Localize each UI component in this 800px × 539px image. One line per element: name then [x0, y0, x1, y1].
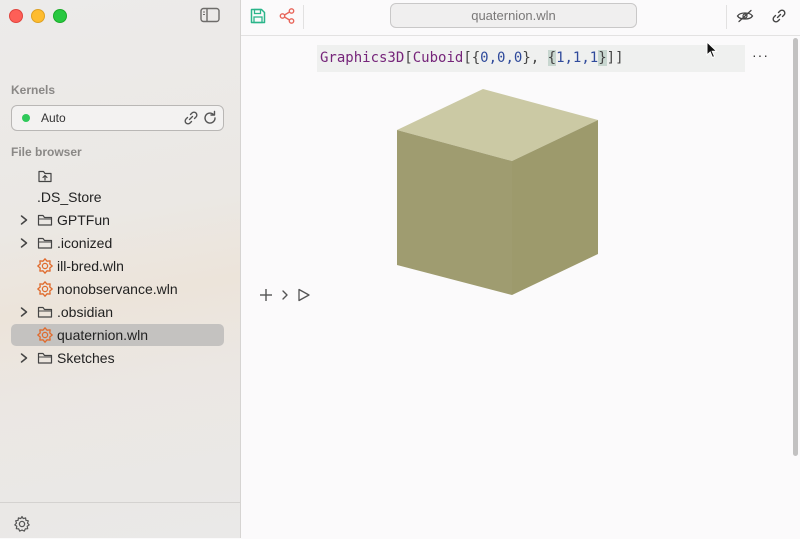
- share-icon[interactable]: [278, 7, 296, 25]
- kernel-status-dot: [22, 114, 30, 122]
- notebook-toolbar: quaternion.wln: [241, 0, 800, 36]
- close-window-button[interactable]: [9, 9, 23, 23]
- zoom-window-button[interactable]: [53, 9, 67, 23]
- gear-icon[interactable]: [13, 515, 31, 533]
- cell-more-menu[interactable]: ···: [752, 47, 769, 63]
- folder-icon: [37, 214, 53, 226]
- chevron-right-icon[interactable]: [18, 305, 30, 319]
- folder-item-iconized[interactable]: .iconized: [11, 232, 224, 254]
- run-cell-icon[interactable]: [298, 288, 310, 302]
- file-name: .iconized: [57, 235, 113, 251]
- scrollbar-thumb[interactable]: [793, 38, 798, 456]
- kernel-name: Auto: [41, 111, 66, 125]
- file-item-ds-store[interactable]: .DS_Store: [11, 186, 224, 208]
- code-token: 0,0,0: [480, 50, 523, 66]
- file-browser-heading: File browser: [11, 145, 82, 159]
- folder-icon: [37, 306, 53, 318]
- cube-graphic-output[interactable]: [396, 88, 600, 296]
- code-cell-input[interactable]: Graphics3D[Cuboid[{0,0,0}, {1,1,1}]]: [317, 45, 745, 72]
- folder-item-gptfun[interactable]: GPTFun: [11, 209, 224, 231]
- file-name: ill-bred.wln: [57, 258, 124, 274]
- sidebar: Kernels Auto File browser .DS_Store GPTF…: [0, 0, 241, 538]
- code-token: [{: [463, 50, 481, 66]
- file-item-quaternion[interactable]: quaternion.wln: [11, 324, 224, 346]
- code-token: {: [547, 50, 557, 66]
- upload-folder-icon[interactable]: [37, 168, 53, 184]
- wolfram-icon: [37, 327, 53, 343]
- kernels-heading: Kernels: [11, 83, 56, 97]
- code-token: Cuboid: [412, 50, 464, 66]
- window-controls: [9, 9, 67, 23]
- add-cell-icon[interactable]: [260, 289, 272, 301]
- file-name: .obsidian: [57, 304, 114, 320]
- code-token: }: [598, 50, 607, 66]
- code-token: ]]: [606, 50, 624, 66]
- code-token: 1,1,1: [556, 50, 599, 66]
- file-name: .DS_Store: [37, 189, 102, 205]
- folder-icon: [37, 352, 53, 364]
- minimize-window-button[interactable]: [31, 9, 45, 23]
- cell-tools: [260, 288, 310, 302]
- link-icon[interactable]: [771, 8, 787, 24]
- file-name: Sketches: [57, 350, 115, 366]
- toolbar-divider: [303, 5, 304, 29]
- folder-icon: [37, 237, 53, 249]
- hide-eye-icon[interactable]: [736, 8, 754, 24]
- chevron-right-icon[interactable]: [18, 351, 30, 365]
- file-name: nonobservance.wln: [57, 281, 178, 297]
- code-token: Graphics3D: [320, 50, 405, 66]
- file-item-nonobservance[interactable]: nonobservance.wln: [11, 278, 224, 300]
- save-icon[interactable]: [249, 7, 267, 25]
- notebook-scrollbar[interactable]: [791, 36, 800, 538]
- chevron-right-icon[interactable]: [282, 290, 288, 300]
- file-name: quaternion.wln: [57, 327, 149, 343]
- chevron-right-icon[interactable]: [18, 213, 30, 227]
- file-item-ill-bred[interactable]: ill-bred.wln: [11, 255, 224, 277]
- wolfram-icon: [37, 258, 53, 274]
- code-token: [: [404, 50, 413, 66]
- sidebar-footer: [0, 502, 240, 539]
- folder-item-sketches[interactable]: Sketches: [11, 347, 224, 369]
- folder-item-obsidian[interactable]: .obsidian: [11, 301, 224, 323]
- link-icon[interactable]: [183, 110, 199, 126]
- reload-icon[interactable]: [202, 110, 218, 126]
- kernel-selector[interactable]: Auto: [11, 105, 224, 131]
- sidebar-toggle-icon[interactable]: [200, 7, 220, 23]
- code-token: },: [522, 50, 548, 66]
- chevron-right-icon[interactable]: [18, 236, 30, 250]
- wolfram-icon: [37, 281, 53, 297]
- mouse-pointer-icon: [706, 41, 718, 59]
- toolbar-divider: [726, 5, 727, 29]
- notebook-title-field[interactable]: quaternion.wln: [390, 3, 637, 28]
- file-name: GPTFun: [57, 212, 110, 228]
